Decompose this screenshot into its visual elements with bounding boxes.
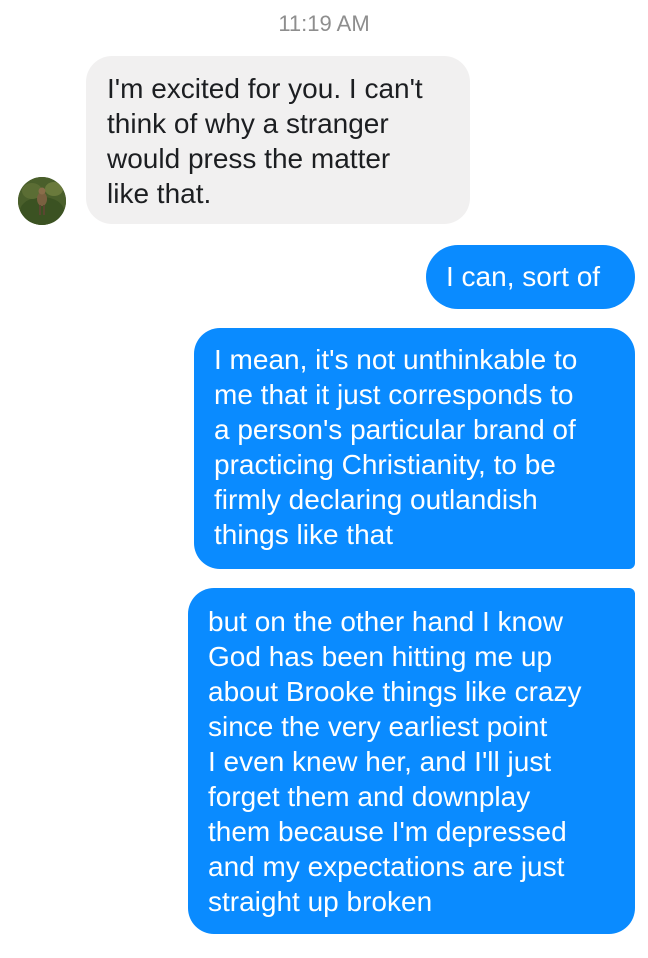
incoming-message-bubble[interactable]: I'm excited for you. I can't think of wh…: [86, 56, 470, 224]
avatar-photo-icon: [18, 177, 66, 225]
sender-avatar[interactable]: [18, 177, 66, 225]
outgoing-message-bubble[interactable]: but on the other hand I know God has bee…: [188, 588, 635, 934]
outgoing-message-bubble[interactable]: I mean, it's not unthinkable to me that …: [194, 328, 635, 569]
outgoing-message-bubble[interactable]: I can, sort of: [426, 245, 635, 309]
message-timestamp: 11:19 AM: [278, 11, 370, 36]
